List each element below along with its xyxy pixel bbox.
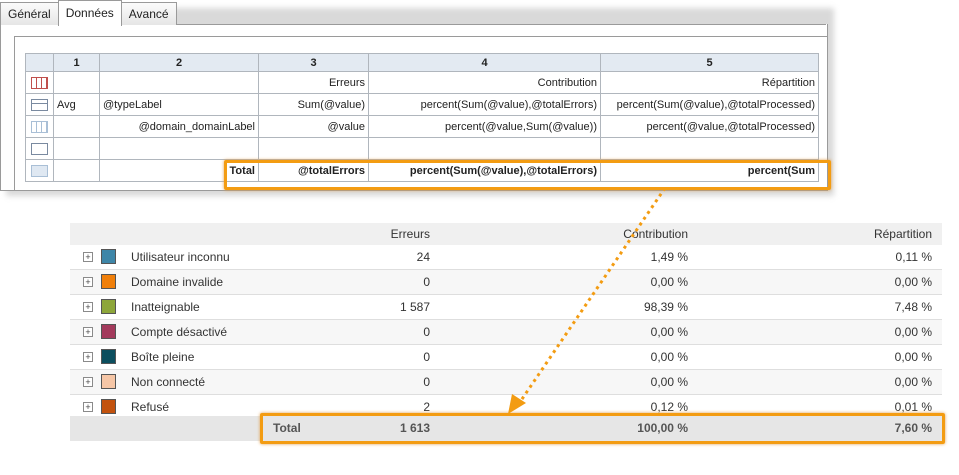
connector-arrow	[508, 187, 667, 414]
dotted-line	[518, 187, 667, 403]
tab-data[interactable]: Données	[57, 0, 122, 26]
